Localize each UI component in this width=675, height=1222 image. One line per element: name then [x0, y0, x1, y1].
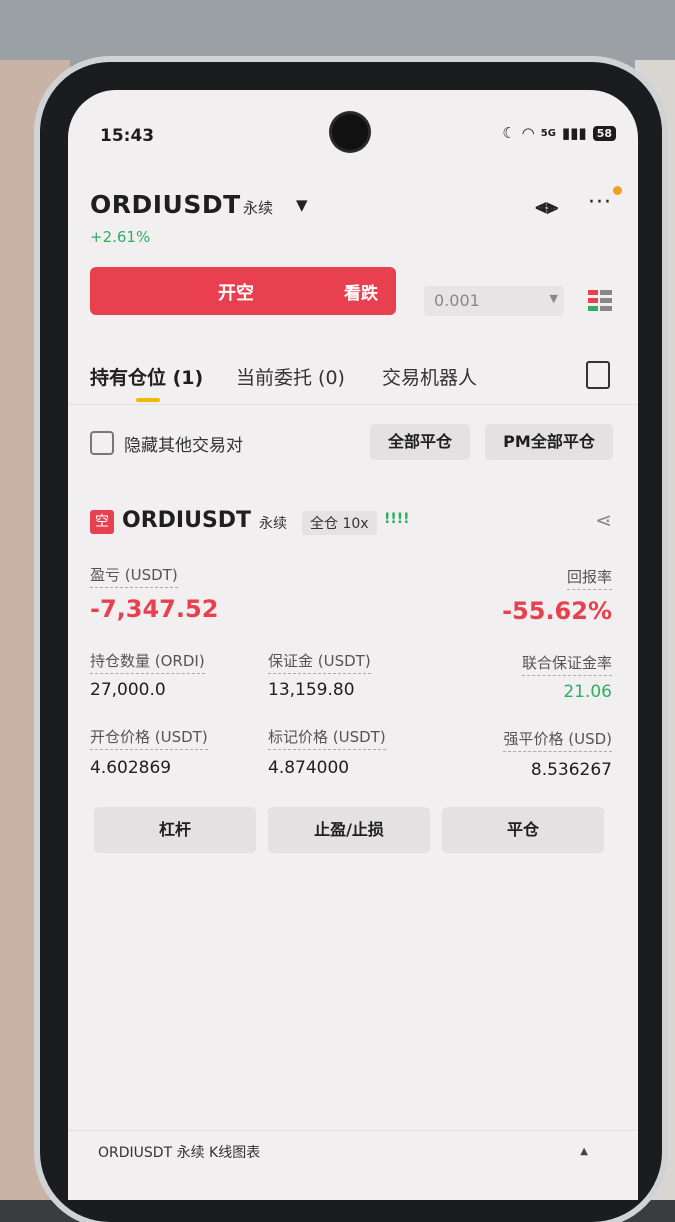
- battery-icon: 58: [592, 125, 616, 141]
- entry-price-label: 开仓价格 (USDT): [90, 726, 208, 750]
- symbol-dropdown-icon[interactable]: ▼: [296, 196, 308, 214]
- margin-ratio-label: 联合保证金率: [521, 652, 612, 676]
- symbol-title[interactable]: ORDIUSDT: [90, 190, 241, 219]
- hide-others-checkbox[interactable]: [90, 431, 114, 455]
- position-contract-type: 永续: [259, 516, 287, 532]
- pnl-value: -7,347.52: [90, 595, 219, 623]
- entry-price-value: 4.602869: [90, 758, 172, 778]
- pnl-label: 盈亏 (USDT): [90, 564, 178, 588]
- contract-type: 永续: [243, 199, 274, 217]
- position-symbol[interactable]: ORDIUSDT: [122, 508, 251, 533]
- share-icon[interactable]: ⋖: [595, 508, 612, 532]
- tab-trading-bots[interactable]: 交易机器人: [382, 363, 477, 390]
- status-time: 15:43: [100, 126, 155, 146]
- moon-icon: ☾: [502, 124, 516, 142]
- close-all-button[interactable]: 全部平仓: [370, 424, 470, 460]
- tab-open-orders[interactable]: 当前委托 (0): [236, 363, 345, 390]
- position-size-value: 27,000.0: [90, 680, 166, 700]
- close-position-button[interactable]: 平仓: [442, 807, 604, 853]
- orderbook-layout-icon[interactable]: [588, 290, 612, 312]
- bearish-label: 看跌: [344, 284, 378, 304]
- candlestick-chart-icon[interactable]: ⫷⫸: [535, 194, 558, 218]
- kline-divider: [68, 1130, 638, 1131]
- kline-chart-label[interactable]: ORDIUSDT 永续 K线图表: [98, 1142, 260, 1162]
- margin-ratio-value: 21.06: [563, 682, 612, 702]
- margin-value: 13,159.80: [268, 680, 355, 700]
- pm-close-all-button[interactable]: PM全部平仓: [485, 424, 613, 460]
- signal-label: 5G: [540, 127, 556, 139]
- signal-icon: ▮▮▮: [561, 124, 587, 142]
- leverage-button[interactable]: 杠杆: [94, 807, 256, 853]
- wifi-icon: ◠: [521, 124, 535, 142]
- short-badge: 空: [90, 510, 114, 534]
- roe-value: -55.62%: [502, 597, 612, 625]
- front-camera: [332, 114, 368, 150]
- tab-positions[interactable]: 持有仓位 (1): [90, 363, 203, 390]
- hide-others-label: 隐藏其他交易对: [124, 436, 243, 456]
- notification-dot: [613, 186, 622, 195]
- margin-label: 保证金 (USDT): [268, 650, 371, 674]
- roe-label: 回报率: [566, 566, 612, 590]
- price-change: +2.61%: [90, 228, 151, 246]
- phone-screen: 15:43 ☾ ◠ 5G ▮▮▮ 58 ORDIUSDT 永续 ▼ +2.61%…: [68, 90, 638, 1200]
- quantity-value: 0.001: [434, 291, 480, 310]
- more-icon[interactable]: ···: [588, 190, 612, 215]
- mark-price-label: 标记价格 (USDT): [268, 726, 386, 750]
- liquidation-price-label: 强平价格 (USD): [503, 728, 612, 752]
- quantity-selector[interactable]: 0.001 ▼: [424, 286, 564, 316]
- risk-indicator: !!!!: [384, 511, 410, 527]
- chevron-down-icon: ▼: [549, 292, 558, 305]
- liquidation-price-value: 8.536267: [530, 760, 612, 780]
- mark-price-value: 4.874000: [268, 758, 350, 778]
- chevron-up-icon[interactable]: ▲: [580, 1146, 588, 1157]
- order-history-icon[interactable]: [586, 361, 610, 389]
- open-short-button[interactable]: 开空 看跌: [90, 267, 396, 315]
- status-icons: ☾ ◠ 5G ▮▮▮ 58: [502, 124, 616, 142]
- tpsl-button[interactable]: 止盈/止损: [268, 807, 430, 853]
- position-size-label: 持仓数量 (ORDI): [90, 650, 205, 674]
- margin-mode-badge: 全仓 10x: [302, 511, 377, 535]
- tabs-divider: [68, 404, 638, 405]
- active-tab-indicator: [136, 398, 160, 402]
- open-short-label: 开空: [218, 283, 254, 304]
